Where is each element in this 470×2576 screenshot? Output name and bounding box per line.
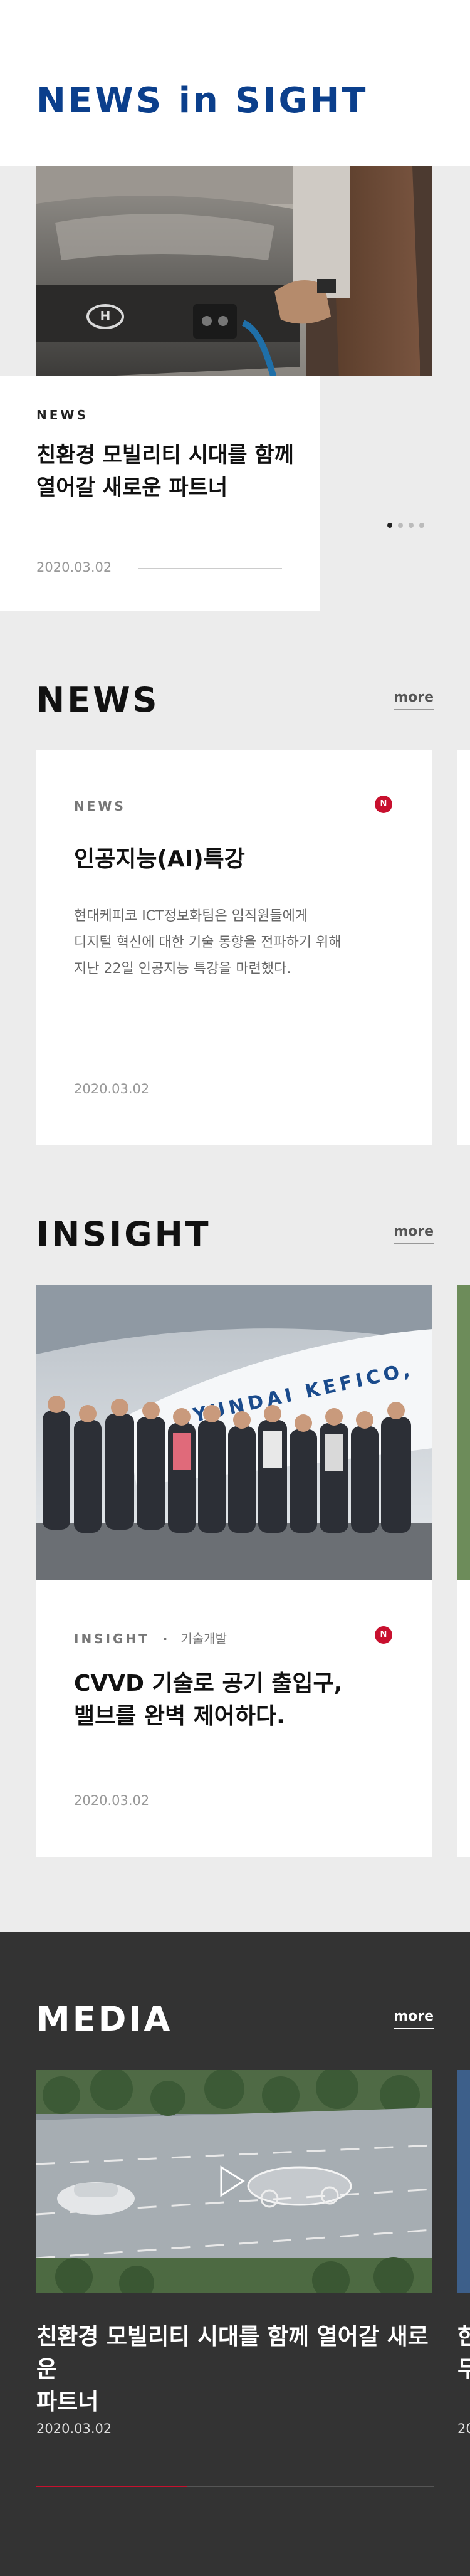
insight-next-card[interactable]: [457, 1285, 470, 1857]
media-card-title[interactable]: 친환경 모빌리티 시대를 함께 열어갈 새로운 파트너: [36, 2321, 437, 2419]
media-card-title-line: 친환경 모빌리티 시대를 함께 열어갈 새로운: [36, 2324, 429, 2382]
insight-more-link[interactable]: more: [394, 1224, 434, 1244]
insight-photo-team: HYUNDAI KEFICO,: [36, 1285, 432, 1580]
media-card-date: 2020.03.02: [36, 2421, 112, 2436]
insight-card[interactable]: HYUNDAI KEFICO, INSIGHT · 기술개발 N CVVD 기술…: [36, 1285, 432, 1857]
media-more-link[interactable]: more: [394, 2009, 434, 2029]
insight-card-image[interactable]: HYUNDAI KEFICO,: [36, 1285, 432, 1580]
news-card-title[interactable]: 인공지능(AI)특강: [74, 843, 245, 876]
media-photo-cars-road: [36, 2070, 432, 2293]
news-card-summary-line: 디지털 혁신에 대한 기술 동향을 전파하기 위해: [74, 935, 342, 950]
news-next-card[interactable]: [457, 750, 470, 1145]
media-section: MEDIA more 친환경 모빌리티 시대를 함께 열어갈 새로운 파트너 2…: [0, 1932, 470, 2576]
news-more-link[interactable]: more: [394, 690, 434, 710]
news-card-summary-line: 현대케피코 ICT정보화팀은 임직원들에게: [74, 908, 308, 924]
news-in-sight-section: NEWS in SIGHT H NEWS 친환경 모빌리티 시대를 함께 열어갈…: [0, 0, 470, 614]
insight-card-subcategory: 기술개발: [180, 1631, 227, 1646]
hero-date: 2020.03.02: [36, 560, 112, 575]
pagination-dot-2[interactable]: [398, 523, 403, 528]
media-next-card-title-line: 한: [457, 2324, 470, 2350]
divider: [138, 568, 282, 569]
news-card-summary-line: 지난 22일 인공지능 특강을 마련했다.: [74, 961, 291, 977]
insight-card-category-label: INSIGHT: [74, 1631, 150, 1646]
media-video-thumbnail[interactable]: [36, 2070, 432, 2293]
news-card-summary: 현대케피코 ICT정보화팀은 임직원들에게 디지털 혁신에 대한 기술 동향을 …: [74, 903, 400, 982]
media-section-title: MEDIA: [36, 1999, 173, 2039]
media-next-card-title[interactable]: 한 무: [457, 2321, 470, 2386]
new-badge: N: [375, 1626, 392, 1644]
page-title: NEWS in SIGHT: [36, 80, 368, 121]
slider-pagination: [387, 523, 424, 528]
insight-card-date: 2020.03.02: [74, 1793, 150, 1808]
category-separator: ·: [162, 1631, 168, 1646]
insight-next-card-image: [457, 1285, 470, 1580]
media-next-card-title-line: 무: [457, 2357, 470, 2382]
new-badge: N: [375, 796, 392, 813]
insight-card-title-line: 밸브를 완벽 제어하다.: [74, 1703, 285, 1729]
insight-card-category: INSIGHT · 기술개발: [74, 1629, 227, 1647]
news-card-date: 2020.03.02: [74, 1081, 150, 1096]
media-slider-progress[interactable]: [36, 2486, 434, 2487]
svg-text:H: H: [100, 308, 111, 323]
hero-card-side: [320, 376, 470, 611]
insight-card-title[interactable]: CVVD 기술로 공기 출입구, 밸브를 완벽 제어하다.: [74, 1668, 412, 1733]
pagination-dot-3[interactable]: [409, 523, 414, 528]
news-section-title: NEWS: [36, 680, 160, 720]
insight-card-title-line: CVVD 기술로 공기 출입구,: [74, 1671, 343, 1696]
media-card-title-line: 파트너: [36, 2389, 99, 2415]
media-next-card-date: 20: [457, 2421, 470, 2436]
media-next-thumbnail[interactable]: [457, 2070, 470, 2293]
pagination-dot-4[interactable]: [419, 523, 424, 528]
pagination-dot-1[interactable]: [387, 523, 392, 528]
media-slider-progress-fill: [36, 2486, 187, 2487]
news-card[interactable]: NEWS N 인공지능(AI)특강 현대케피코 ICT정보화팀은 임직원들에게 …: [36, 750, 432, 1145]
insight-section-title: INSIGHT: [36, 1214, 211, 1254]
hero-category-label: NEWS: [36, 407, 88, 423]
news-card-category: NEWS: [74, 799, 126, 814]
hero-headline[interactable]: 친환경 모빌리티 시대를 함께 열어갈 새로운 파트너: [36, 439, 300, 504]
